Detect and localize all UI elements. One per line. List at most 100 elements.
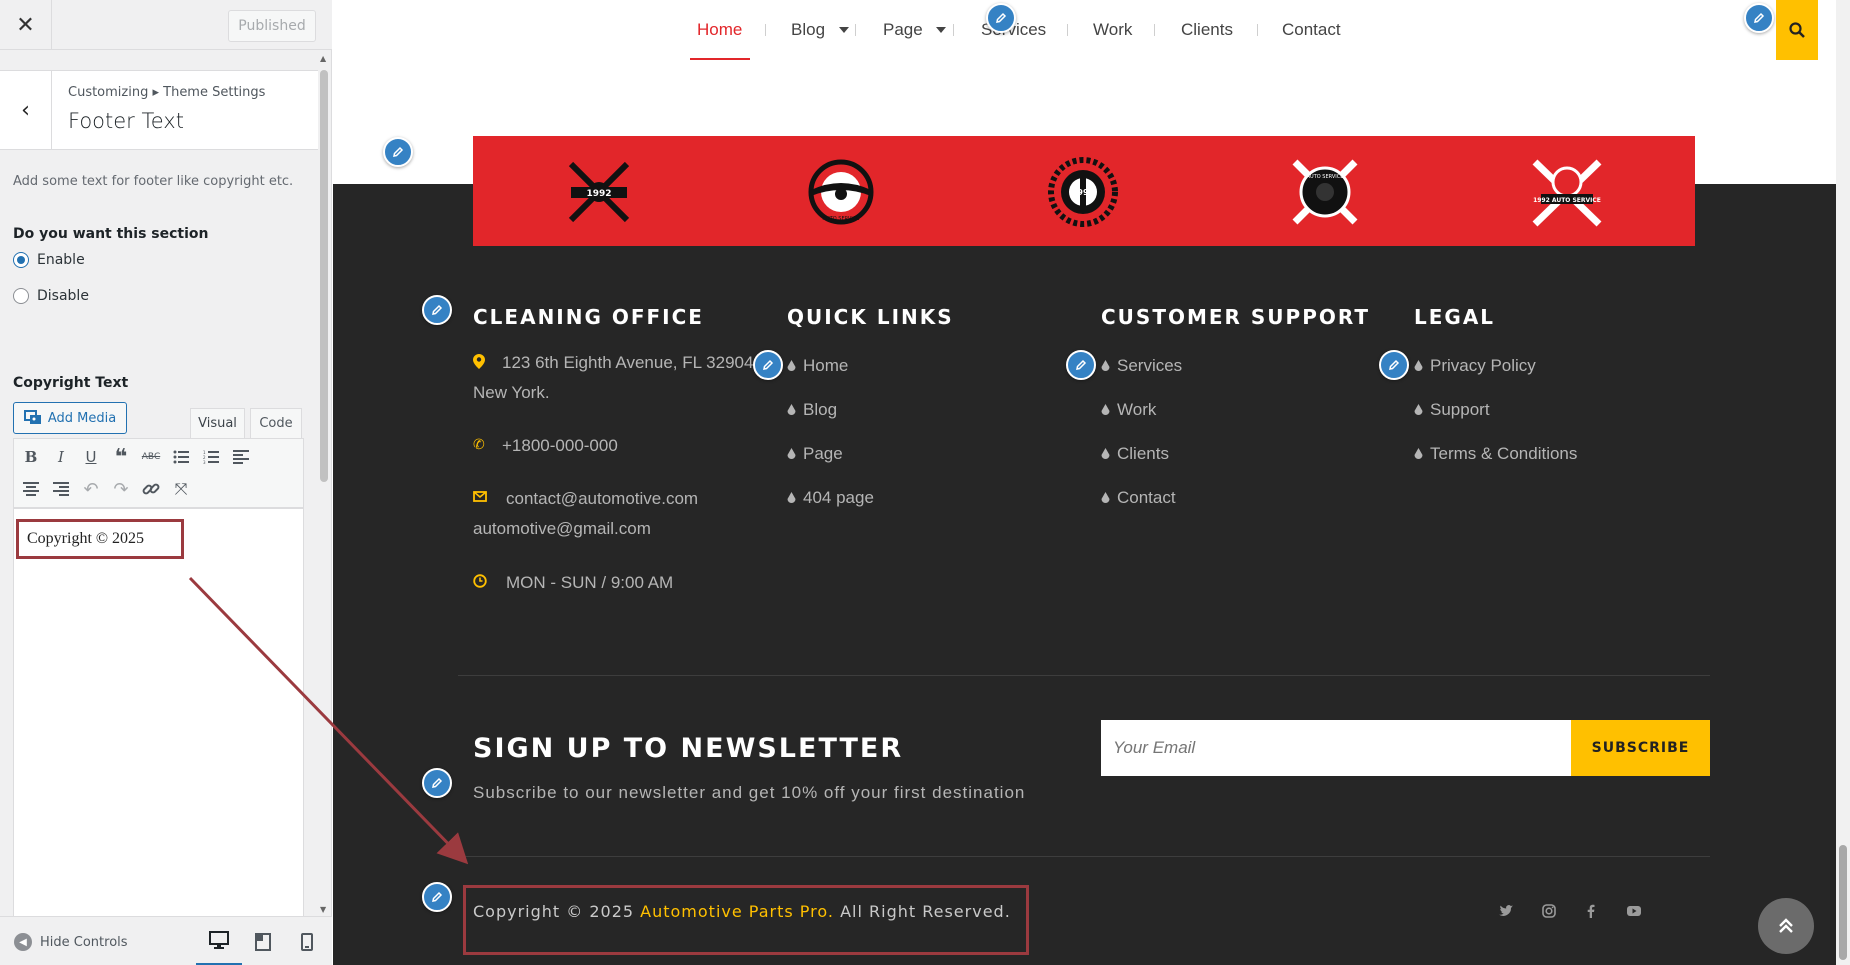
search-button[interactable] (1776, 0, 1818, 60)
nav-contact[interactable]: Contact (1282, 20, 1341, 40)
quick-link-page[interactable]: Page (787, 444, 843, 464)
office-phone[interactable]: +1800-000-000 (502, 436, 618, 456)
sidebar-scrollbar[interactable]: ▲ ▼ (318, 54, 330, 914)
link-icon[interactable] (137, 475, 165, 503)
edit-shortcut-pencil-icon[interactable] (422, 768, 452, 798)
partner-logo-5: 1992 AUTO SERVICE (1532, 159, 1602, 227)
back-button[interactable]: ‹ (0, 71, 52, 149)
envelope-icon (473, 490, 487, 506)
office-title: CLEANING OFFICE (473, 305, 704, 329)
preview-scrollbar-thumb[interactable] (1839, 845, 1847, 960)
nav-separator (765, 24, 766, 36)
instagram-icon[interactable] (1541, 903, 1557, 919)
bullet-list-icon[interactable] (167, 443, 195, 471)
radio-unchecked-icon[interactable] (13, 288, 29, 304)
edit-shortcut-pencil-icon[interactable] (422, 295, 452, 325)
quick-link-blog[interactable]: Blog (787, 400, 837, 420)
radio-enable-label: Enable (37, 252, 85, 268)
tab-code[interactable]: Code (250, 408, 302, 438)
legal-link-terms[interactable]: Terms & Conditions (1414, 444, 1577, 464)
support-link-contact[interactable]: Contact (1101, 488, 1176, 508)
support-link-services[interactable]: Services (1101, 356, 1182, 376)
preview-scrollbar[interactable] (1836, 0, 1850, 965)
device-desktop-button[interactable] (196, 917, 242, 965)
section-question-label: Do you want this section (13, 226, 209, 242)
underline-icon[interactable]: U (77, 443, 105, 471)
nav-blog[interactable]: Blog (791, 20, 825, 40)
chevron-down-icon[interactable] (936, 27, 946, 33)
numbered-list-icon[interactable]: 123 (197, 443, 225, 471)
align-center-icon[interactable] (17, 475, 45, 503)
quick-link-404[interactable]: 404 page (787, 488, 874, 508)
scroll-to-top-button[interactable] (1758, 898, 1814, 954)
device-mobile-button[interactable] (284, 917, 330, 965)
nav-page[interactable]: Page (883, 20, 923, 40)
edit-shortcut-pencil-icon[interactable] (422, 882, 452, 912)
edit-shortcut-pencil-icon[interactable] (1066, 350, 1096, 380)
scroll-down-icon[interactable]: ▼ (320, 905, 326, 914)
drop-icon (787, 492, 796, 503)
edit-shortcut-pencil-icon[interactable] (986, 3, 1016, 33)
drop-icon (1101, 448, 1110, 459)
redo-icon[interactable]: ↷ (107, 475, 135, 503)
customizer-sidebar: ✕ Published ‹ Customizing ▸ Theme Settin… (0, 0, 332, 965)
nav-separator (855, 24, 856, 36)
edit-shortcut-pencil-icon[interactable] (1379, 350, 1409, 380)
partner-logo-1-text: 1992 (586, 189, 611, 199)
fullscreen-icon[interactable]: ⤧ (167, 475, 195, 503)
partner-logo-2-text: AUTO SERVICE (823, 216, 860, 222)
drop-icon (1414, 448, 1423, 459)
newsletter-email-input[interactable] (1101, 720, 1571, 776)
nav-work[interactable]: Work (1093, 20, 1132, 40)
footer-divider (458, 675, 1710, 676)
legal-link-support[interactable]: Support (1414, 400, 1490, 420)
edit-shortcut-pencil-icon[interactable] (1744, 3, 1774, 33)
section-header: ‹ Customizing ▸ Theme Settings Footer Te… (0, 70, 318, 150)
twitter-icon[interactable] (1498, 903, 1514, 919)
subscribe-button[interactable]: SUBSCRIBE (1571, 720, 1710, 776)
legal-link-privacy[interactable]: Privacy Policy (1414, 356, 1536, 376)
add-media-button[interactable]: Add Media (13, 402, 127, 434)
align-right-icon[interactable] (47, 475, 75, 503)
quick-link-home[interactable]: Home (787, 356, 848, 376)
radio-enable[interactable]: Enable (13, 252, 85, 268)
hide-controls-label: Hide Controls (40, 934, 128, 950)
radio-checked-icon[interactable] (13, 252, 29, 268)
align-left-icon[interactable] (227, 443, 255, 471)
partner-logos-bar: 1992 AUTO SERVICE 1992 AUTO SERVICE 1992… (473, 136, 1695, 246)
published-button[interactable]: Published (228, 10, 316, 42)
sidebar-scrollbar-thumb[interactable] (320, 70, 328, 482)
chevron-down-icon[interactable] (839, 27, 849, 33)
support-link-clients[interactable]: Clients (1101, 444, 1169, 464)
editor-content-area[interactable]: Copyright © 2025 (13, 508, 304, 916)
blockquote-icon[interactable]: ❝ (107, 443, 135, 471)
nav-home[interactable]: Home (697, 20, 742, 40)
scroll-up-icon[interactable]: ▲ (320, 54, 326, 63)
office-email-2[interactable]: automotive@gmail.com (473, 519, 651, 539)
edit-shortcut-pencil-icon[interactable] (753, 350, 783, 380)
editor-copyright-text[interactable]: Copyright © 2025 (16, 519, 184, 559)
partner-logo-1: 1992 (568, 161, 630, 223)
italic-icon[interactable]: I (47, 443, 75, 471)
close-customizer-button[interactable]: ✕ (0, 0, 52, 50)
radio-disable[interactable]: Disable (13, 288, 89, 304)
bold-icon[interactable]: B (17, 443, 45, 471)
strikethrough-icon[interactable]: ABC (137, 443, 165, 471)
drop-icon (1414, 360, 1423, 371)
device-tablet-button[interactable] (240, 917, 286, 965)
nav-separator (1257, 24, 1258, 36)
support-link-work[interactable]: Work (1101, 400, 1156, 420)
nav-clients[interactable]: Clients (1181, 20, 1233, 40)
partner-logo-5-text: 1992 AUTO SERVICE (1533, 197, 1601, 204)
undo-icon[interactable]: ↶ (77, 475, 105, 503)
hide-controls-button[interactable]: ◀ Hide Controls (14, 933, 128, 951)
facebook-icon[interactable] (1583, 903, 1599, 919)
quick-links-title: QUICK LINKS (787, 305, 954, 329)
breadcrumb: Customizing ▸ Theme Settings (68, 85, 266, 100)
tab-visual[interactable]: Visual (190, 408, 245, 438)
youtube-icon[interactable] (1626, 903, 1642, 919)
edit-shortcut-pencil-icon[interactable] (383, 137, 413, 167)
office-email-1[interactable]: contact@automotive.com (506, 489, 698, 509)
copyright-brand-link[interactable]: Automotive Parts Pro. (640, 902, 834, 921)
partner-logo-3: 1992 (1048, 157, 1118, 227)
